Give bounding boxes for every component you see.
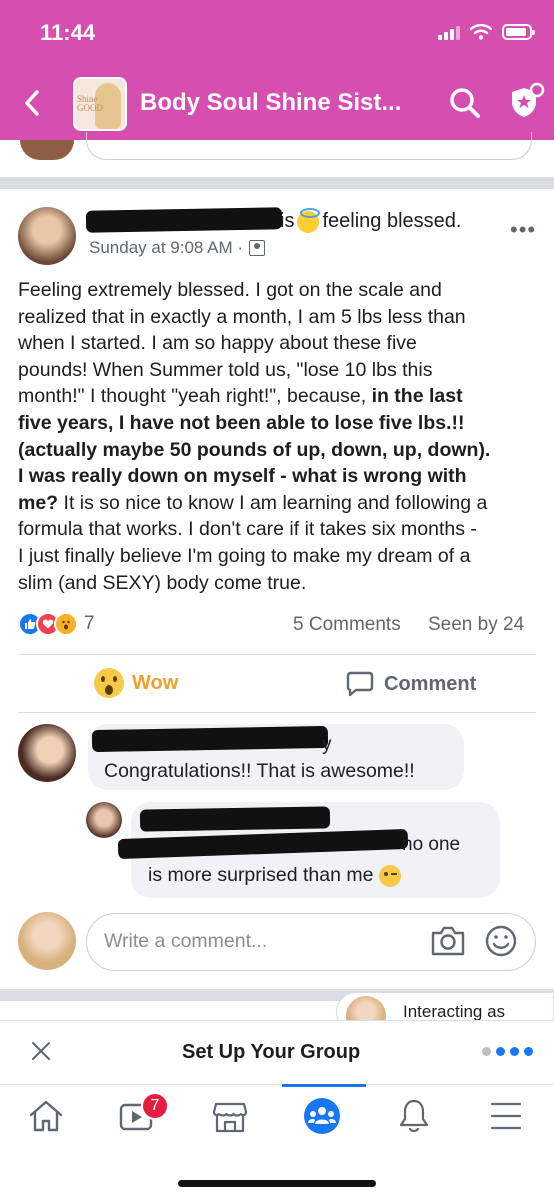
marketplace-icon [212, 1102, 248, 1133]
tab-marketplace[interactable] [210, 1096, 250, 1136]
post-feeling: is feeling blessed. [280, 207, 462, 233]
tab-notifications[interactable] [394, 1096, 434, 1136]
wow-reaction-icon [54, 612, 78, 636]
comment-icon [346, 671, 374, 697]
active-tab-indicator [282, 1084, 366, 1087]
back-button[interactable] [18, 86, 46, 120]
group-thumbnail[interactable]: Shine GOOD [73, 77, 127, 131]
post-line: formula that works. I don't care if it t… [18, 518, 477, 541]
interacting-as-label: Interacting as [403, 1002, 506, 1021]
redacted-reply-name [139, 806, 331, 832]
my-avatar [18, 912, 76, 970]
reply-text: is more surprised than me [148, 864, 402, 887]
actions-divider [18, 712, 536, 713]
signal-icon [438, 24, 460, 40]
post-more-button[interactable]: ••• [510, 217, 536, 243]
home-indicator [178, 1180, 376, 1187]
smiley-icon [485, 925, 517, 957]
post-timestamp[interactable]: Sunday at 9:08 AM · [89, 238, 266, 258]
reactions-summary[interactable]: 7 [18, 612, 95, 636]
previous-comment-input[interactable] [86, 132, 532, 160]
redacted-commenter-name [91, 725, 329, 753]
progress-dots [482, 1047, 533, 1056]
feed-divider [0, 177, 554, 189]
post-divider [18, 654, 536, 655]
comment-text: Congratulations!! That is awesome!! [104, 760, 415, 782]
previous-avatar [20, 140, 74, 160]
status-time: 11:44 [40, 20, 96, 45]
post-line: (actually maybe 50 pounds of up, down, u… [18, 438, 491, 461]
tab-menu[interactable] [486, 1096, 526, 1136]
comment-placeholder[interactable]: Write a comment... [104, 930, 267, 953]
shield-star-icon [512, 82, 545, 117]
bell-icon [399, 1099, 429, 1133]
post-line: slim (and SEXY) body come true. [18, 571, 307, 594]
app-header: 11:44 Shine GOOD Body Soul Shine Sist... [0, 0, 554, 140]
post-line: I was really down on myself - what is wr… [18, 465, 467, 488]
wink-emoji-icon [379, 864, 402, 887]
post-line: five years, I have not been able to lose… [18, 411, 465, 434]
menu-icon [490, 1102, 522, 1130]
search-icon [450, 88, 480, 118]
seen-by-count[interactable]: Seen by 24 [428, 614, 524, 636]
post-author-avatar[interactable] [18, 207, 76, 265]
chevron-left-icon [25, 90, 39, 116]
admin-tools-button[interactable] [506, 82, 546, 122]
battery-icon [502, 24, 535, 40]
wow-face-icon [94, 668, 124, 698]
tab-home[interactable] [26, 1096, 66, 1136]
status-icons [438, 24, 535, 40]
commenter-avatar[interactable] [18, 724, 76, 782]
wow-label: Wow [132, 671, 179, 694]
innocent-emoji-icon [297, 207, 321, 233]
comment-label: Comment [384, 672, 477, 695]
reaction-count: 7 [84, 613, 95, 634]
group-title[interactable]: Body Soul Shine Sist... [140, 89, 401, 117]
post-line: I just finally believe I'm going to make… [18, 544, 471, 567]
reply-avatar[interactable] [86, 802, 122, 838]
camera-icon [431, 926, 465, 956]
feeling-text: feeling blessed. [322, 210, 462, 232]
setup-title[interactable]: Set Up Your Group [182, 1041, 360, 1064]
watch-badge: 7 [141, 1092, 169, 1120]
search-button[interactable] [448, 86, 482, 120]
commenter-name-visible: y [322, 734, 332, 755]
wow-button[interactable]: Wow [94, 668, 178, 698]
post-line: realized that in exactly a month, I am 5… [18, 305, 466, 328]
close-banner-button[interactable] [30, 1040, 52, 1062]
group-thumbnail-text: Shine GOOD [77, 94, 103, 113]
wifi-icon [470, 24, 492, 40]
feeling-prefix: is [280, 210, 295, 232]
comment-button[interactable]: Comment [346, 670, 476, 698]
camera-button[interactable] [430, 924, 466, 958]
emoji-button[interactable] [484, 924, 518, 958]
reply-text-visible: no one [402, 834, 461, 855]
post-line: month!" I thought "yeah right!", because… [18, 385, 463, 408]
post-line: pounds! When Summer told us, "lose 10 lb… [18, 358, 433, 381]
groups-icon [304, 1098, 340, 1134]
post-line: when I started. I am so happy about thes… [18, 332, 417, 355]
timestamp-text: Sunday at 9:08 AM · [89, 238, 244, 257]
post-line: Feeling extremely blessed. I got on the … [18, 279, 442, 301]
post-body: Feeling extremely blessed. I got on the … [18, 277, 540, 596]
close-icon [32, 1042, 50, 1060]
home-icon [29, 1100, 63, 1132]
comments-count[interactable]: 5 Comments [293, 614, 401, 636]
post-line: me? It is so nice to know I am learning … [18, 491, 488, 514]
group-privacy-icon [249, 240, 266, 256]
redacted-author-name [85, 207, 283, 233]
tab-groups[interactable] [302, 1096, 342, 1136]
